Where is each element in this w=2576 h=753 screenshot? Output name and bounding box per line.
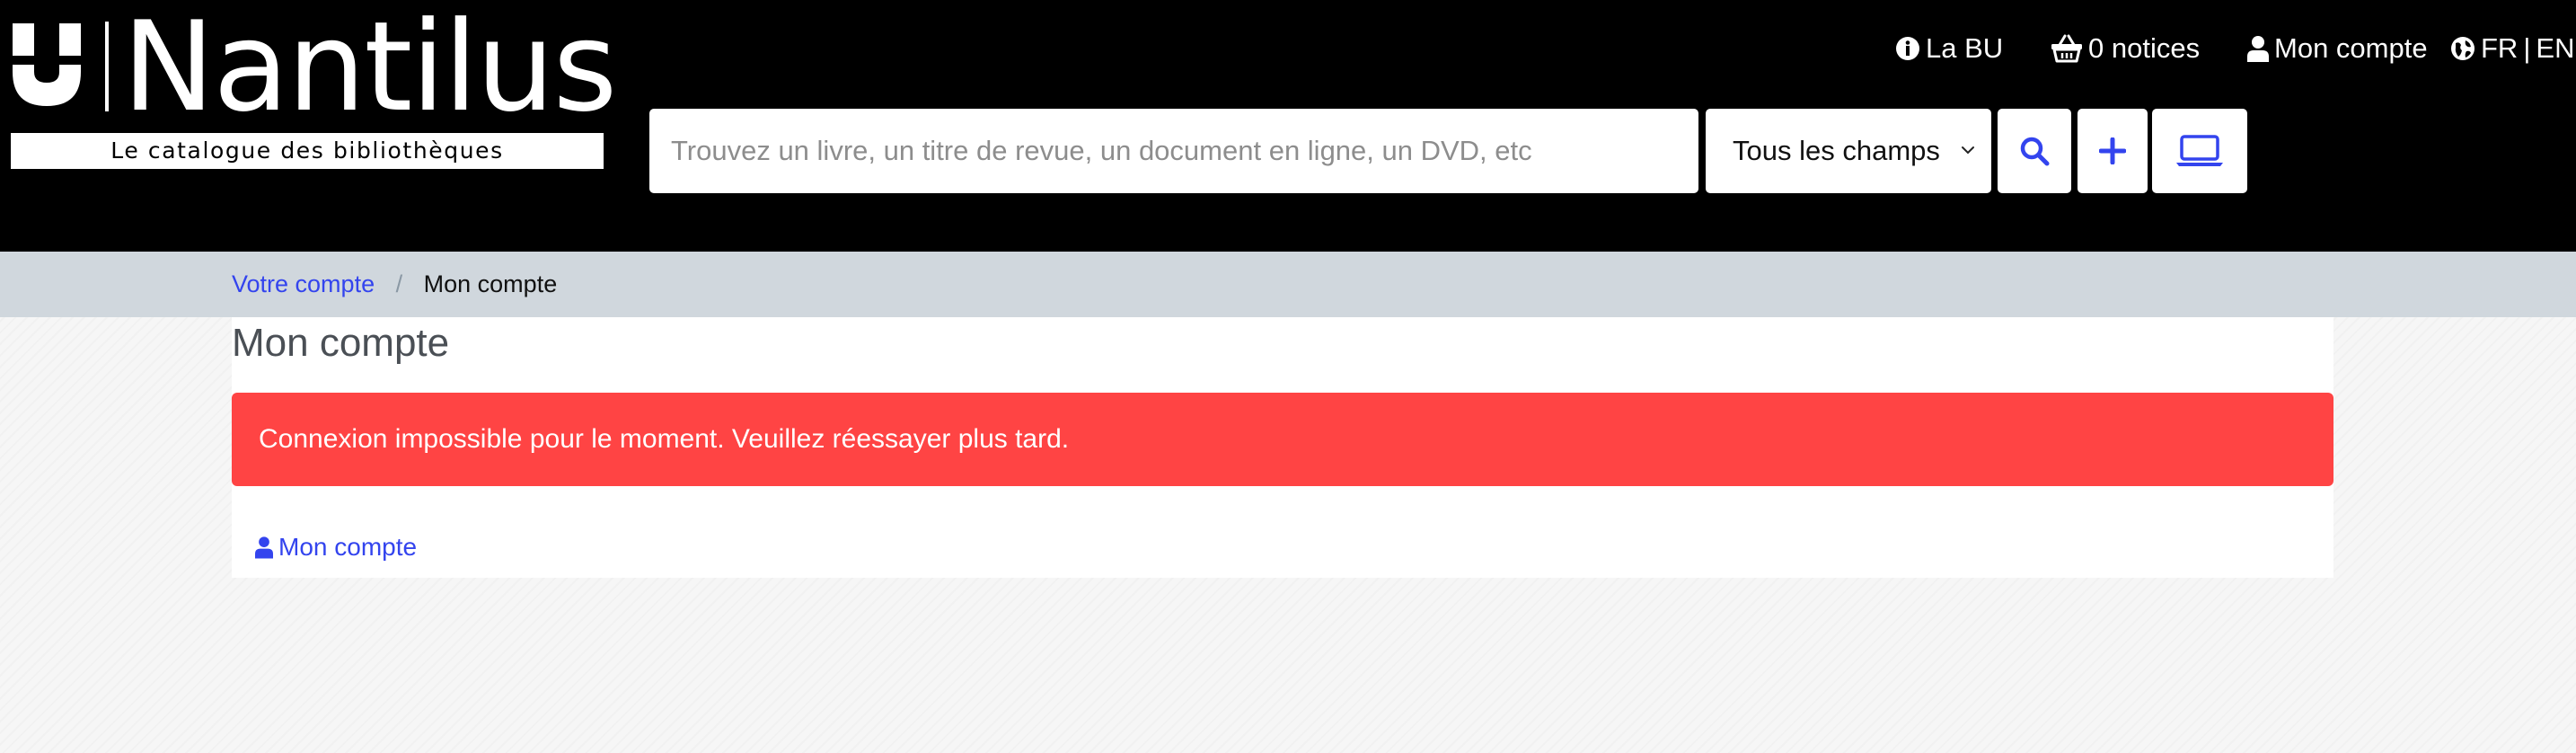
main-content: Mon compte Connexion impossible pour le … xyxy=(232,317,2333,578)
breadcrumb: Votre compte / Mon compte xyxy=(232,252,557,317)
globe-icon xyxy=(2451,37,2475,60)
nav-basket[interactable]: 0 notices xyxy=(2051,27,2200,70)
my-account-link-label: Mon compte xyxy=(278,533,418,561)
user-icon xyxy=(2247,36,2269,62)
breadcrumb-band: Votre compte / Mon compte xyxy=(0,252,2576,317)
lang-en-link[interactable]: EN xyxy=(2536,27,2574,70)
search-field-select-value: Tous les champs xyxy=(1733,135,1940,166)
laptop-icon xyxy=(2176,135,2223,166)
logo-mark-icon xyxy=(13,23,81,106)
breadcrumb-separator: / xyxy=(395,270,403,297)
info-circle-icon xyxy=(1896,37,1919,60)
basket-icon xyxy=(2051,34,2082,63)
online-resources-button[interactable] xyxy=(2152,109,2247,193)
nav-la-bu-label: La BU xyxy=(1926,32,2004,64)
site-header: Nantilus Le catalogue des bibliothèques … xyxy=(0,0,2576,252)
chevron-down-icon xyxy=(1962,146,1974,155)
language-switcher: FR | EN xyxy=(2450,27,2574,70)
my-account-link[interactable]: Mon compte xyxy=(255,529,417,565)
breadcrumb-current: Mon compte xyxy=(423,270,558,297)
site-logo[interactable]: Nantilus Le catalogue des bibliothèques xyxy=(0,0,620,180)
user-icon xyxy=(255,536,273,559)
advanced-search-button[interactable] xyxy=(2078,109,2148,193)
lang-separator: | xyxy=(2523,32,2531,64)
breadcrumb-link-votre-compte[interactable]: Votre compte xyxy=(232,270,375,297)
error-alert: Connexion impossible pour le moment. Veu… xyxy=(232,393,2333,486)
nav-my-account-label: Mon compte xyxy=(2274,32,2428,64)
logo-divider xyxy=(105,22,109,111)
search-field-select[interactable]: Tous les champs xyxy=(1706,109,1991,193)
plus-icon xyxy=(2099,137,2126,164)
search-button[interactable] xyxy=(1998,109,2071,193)
logo-name: Nantilus xyxy=(122,0,617,139)
nav-my-account[interactable]: Mon compte xyxy=(2247,27,2428,70)
nav-la-bu[interactable]: La BU xyxy=(1895,27,2003,70)
logo-tagline: Le catalogue des bibliothèques xyxy=(11,133,604,169)
page-title: Mon compte xyxy=(232,321,450,365)
search-input[interactable] xyxy=(649,109,1698,193)
search-icon xyxy=(2020,137,2050,166)
nav-basket-label: 0 notices xyxy=(2088,32,2201,64)
lang-fr-link[interactable]: FR xyxy=(2481,27,2518,70)
